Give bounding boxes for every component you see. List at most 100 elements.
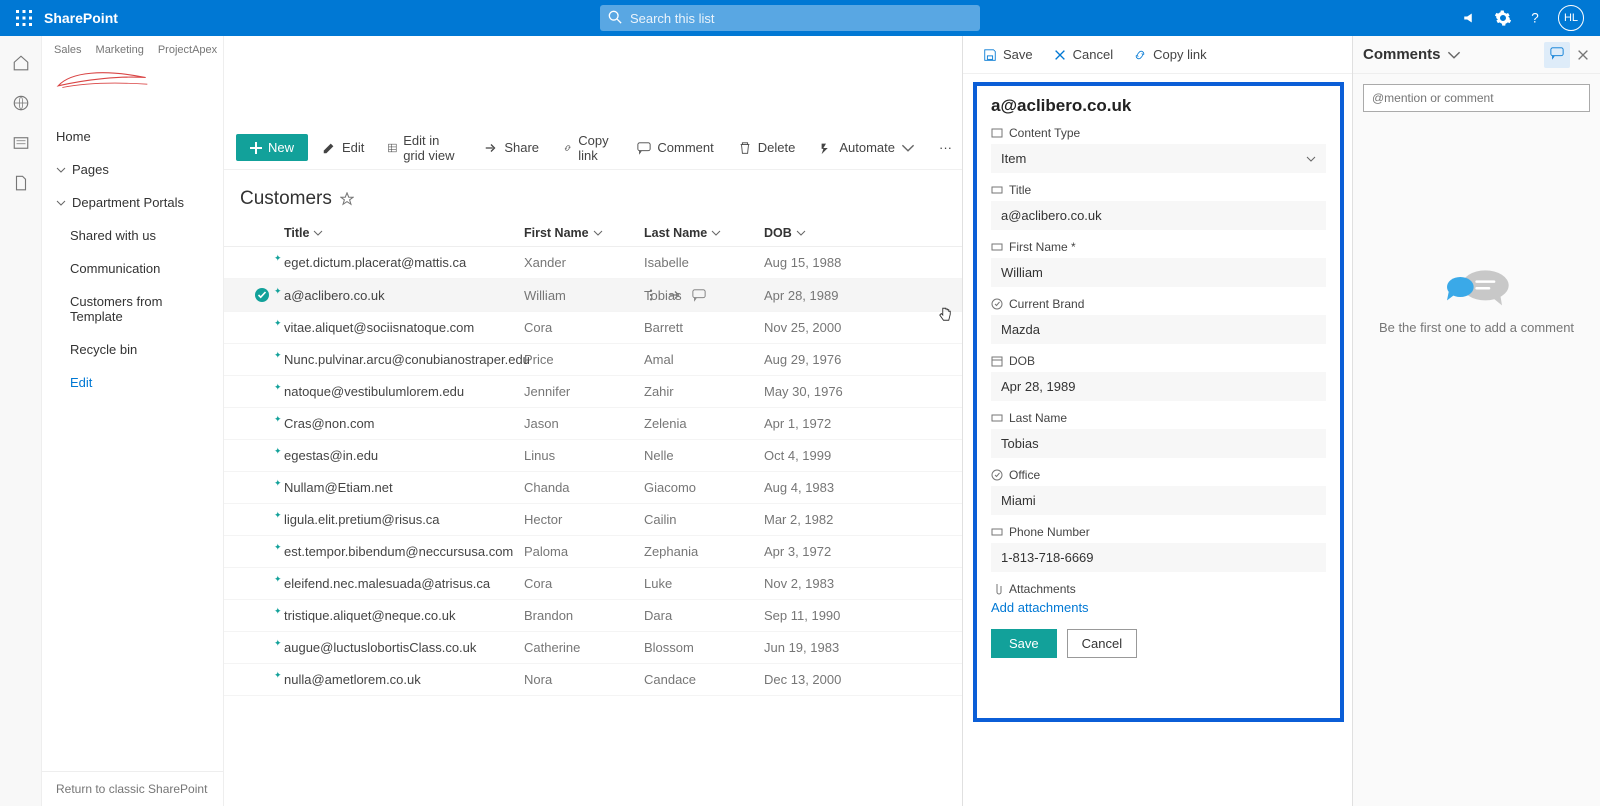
first-name-input[interactable]: [991, 258, 1326, 287]
nav-edit-link[interactable]: Edit: [42, 366, 223, 399]
table-row[interactable]: ✦nulla@ametlorem.co.uk Nora Candace Dec …: [224, 664, 962, 696]
phone-input[interactable]: [991, 543, 1326, 572]
cell-last: Luke: [644, 576, 764, 591]
table-row[interactable]: ✦egestas@in.edu Linus Nelle Oct 4, 1999: [224, 440, 962, 472]
form-save-button[interactable]: Save: [991, 629, 1057, 658]
new-button[interactable]: New: [236, 134, 308, 161]
title-input[interactable]: [991, 201, 1326, 230]
cell-title: ✦eget.dictum.placerat@mattis.ca: [284, 255, 524, 270]
chevron-down-icon: [56, 165, 66, 175]
form-cancel-button[interactable]: Cancel: [1067, 629, 1137, 658]
cell-last: Zelenia: [644, 416, 764, 431]
megaphone-icon[interactable]: [1462, 9, 1480, 27]
close-icon[interactable]: [1576, 48, 1590, 62]
nav-shared[interactable]: Shared with us: [42, 219, 223, 252]
copy-link-button[interactable]: Copy link: [553, 127, 623, 169]
nav-home[interactable]: Home: [42, 120, 223, 153]
col-last[interactable]: Last Name: [644, 226, 707, 240]
user-avatar[interactable]: HL: [1558, 5, 1584, 31]
office-input[interactable]: [991, 486, 1326, 515]
cell-title: ✦est.tempor.bibendum@neccursusa.com: [284, 544, 524, 559]
globe-icon[interactable]: [12, 94, 30, 112]
label-last: Last Name: [1009, 411, 1067, 425]
cell-title: ✦vitae.aliquet@sociisnatoque.com: [284, 320, 524, 335]
table-row[interactable]: ✦Cras@non.com Jason Zelenia Apr 1, 1972: [224, 408, 962, 440]
settings-icon[interactable]: [1494, 9, 1512, 27]
comment-icon[interactable]: [692, 288, 706, 302]
table-row[interactable]: ✦Nullam@Etiam.net Chanda Giacomo Aug 4, …: [224, 472, 962, 504]
nav-recycle[interactable]: Recycle bin: [42, 333, 223, 366]
nav-customers-template[interactable]: Customers from Template: [42, 285, 223, 333]
table-row[interactable]: ✦augue@luctuslobortisClass.co.uk Catheri…: [224, 632, 962, 664]
cell-title: ✦Cras@non.com: [284, 416, 524, 431]
col-title[interactable]: Title: [284, 226, 309, 240]
more-button[interactable]: ···: [929, 134, 962, 161]
files-icon[interactable]: [12, 174, 30, 192]
comment-input[interactable]: [1363, 84, 1590, 112]
link-icon: [1133, 48, 1147, 62]
star-icon[interactable]: [340, 192, 354, 206]
cell-last: Cailin: [644, 512, 764, 527]
site-tab-marketing[interactable]: Marketing: [96, 44, 144, 56]
table-row[interactable]: ✦ligula.elit.pretium@risus.ca Hector Cai…: [224, 504, 962, 536]
nav-pages-label: Pages: [72, 162, 109, 177]
label-attach: Attachments: [1009, 582, 1076, 596]
cell-dob: Oct 4, 1999: [764, 448, 884, 463]
cell-title: ✦eleifend.nec.malesuada@atrisus.ca: [284, 576, 524, 591]
table-row[interactable]: ✦vitae.aliquet@sociisnatoque.com Cora Ba…: [224, 312, 962, 344]
table-row[interactable]: ✦eleifend.nec.malesuada@atrisus.ca Cora …: [224, 568, 962, 600]
comment-button[interactable]: Comment: [627, 134, 723, 161]
share-button[interactable]: Share: [474, 134, 549, 161]
panel-cancel-button[interactable]: Cancel: [1045, 43, 1121, 66]
dob-input[interactable]: [991, 372, 1326, 401]
trash-icon: [738, 141, 752, 155]
automate-button[interactable]: Automate: [809, 134, 925, 161]
cell-first: William: [524, 288, 644, 303]
edit-button[interactable]: Edit: [312, 134, 374, 161]
table-row[interactable]: ✦eget.dictum.placerat@mattis.ca Xander I…: [224, 247, 962, 279]
nav-dept[interactable]: Department Portals: [42, 186, 223, 219]
checkmark-icon: [254, 287, 270, 303]
panel-save-button[interactable]: Save: [975, 43, 1041, 66]
delete-button[interactable]: Delete: [728, 134, 806, 161]
date-icon: [991, 355, 1003, 367]
help-icon[interactable]: ?: [1526, 9, 1544, 27]
site-tab-sales[interactable]: Sales: [54, 44, 82, 56]
edit-grid-button[interactable]: Edit in grid view: [378, 127, 470, 169]
cell-title: ✦Nunc.pulvinar.arcu@conubianostraper.edu: [284, 352, 524, 367]
cell-last: Barrett: [644, 320, 764, 335]
search-input[interactable]: [600, 5, 980, 31]
table-row[interactable]: ✦est.tempor.bibendum@neccursusa.com Palo…: [224, 536, 962, 568]
label-phone: Phone Number: [1009, 525, 1090, 539]
comments-empty-icon: [1432, 262, 1522, 312]
table-row[interactable]: ✦tristique.aliquet@neque.co.uk Brandon D…: [224, 600, 962, 632]
news-icon[interactable]: [12, 134, 30, 152]
label-office: Office: [1009, 468, 1040, 482]
label-content-type: Content Type: [1009, 126, 1080, 140]
panel-copylink-button[interactable]: Copy link: [1125, 43, 1214, 66]
chevron-down-icon[interactable]: [1447, 48, 1461, 62]
cell-dob: Mar 2, 1982: [764, 512, 884, 527]
nav-pages[interactable]: Pages: [42, 153, 223, 186]
table-row[interactable]: ✦natoque@vestibulumlorem.edu Jennifer Za…: [224, 376, 962, 408]
col-first[interactable]: First Name: [524, 226, 589, 240]
cell-dob: Jun 19, 1983: [764, 640, 884, 655]
return-classic[interactable]: Return to classic SharePoint: [42, 771, 223, 806]
site-tab-projectapex[interactable]: ProjectApex: [158, 44, 217, 56]
table-row[interactable]: ✦a@aclibero.co.uk William Tobias Apr 28,…: [224, 279, 962, 312]
comments-toggle-button[interactable]: [1544, 42, 1570, 68]
speech-bubble-icon: [1550, 46, 1564, 60]
last-name-input[interactable]: [991, 429, 1326, 458]
home-icon[interactable]: [12, 54, 30, 72]
more-vertical-icon[interactable]: [644, 288, 658, 302]
panel-cancel-label: Cancel: [1073, 47, 1113, 62]
add-attachments-link[interactable]: Add attachments: [991, 600, 1326, 615]
nav-communication[interactable]: Communication: [42, 252, 223, 285]
app-launcher[interactable]: [8, 2, 40, 34]
table-row[interactable]: ✦Nunc.pulvinar.arcu@conubianostraper.edu…: [224, 344, 962, 376]
plus-icon: [250, 142, 262, 154]
brand-input[interactable]: [991, 315, 1326, 344]
content-type-select[interactable]: [991, 144, 1326, 173]
col-dob[interactable]: DOB: [764, 226, 792, 240]
share-icon[interactable]: [668, 288, 682, 302]
